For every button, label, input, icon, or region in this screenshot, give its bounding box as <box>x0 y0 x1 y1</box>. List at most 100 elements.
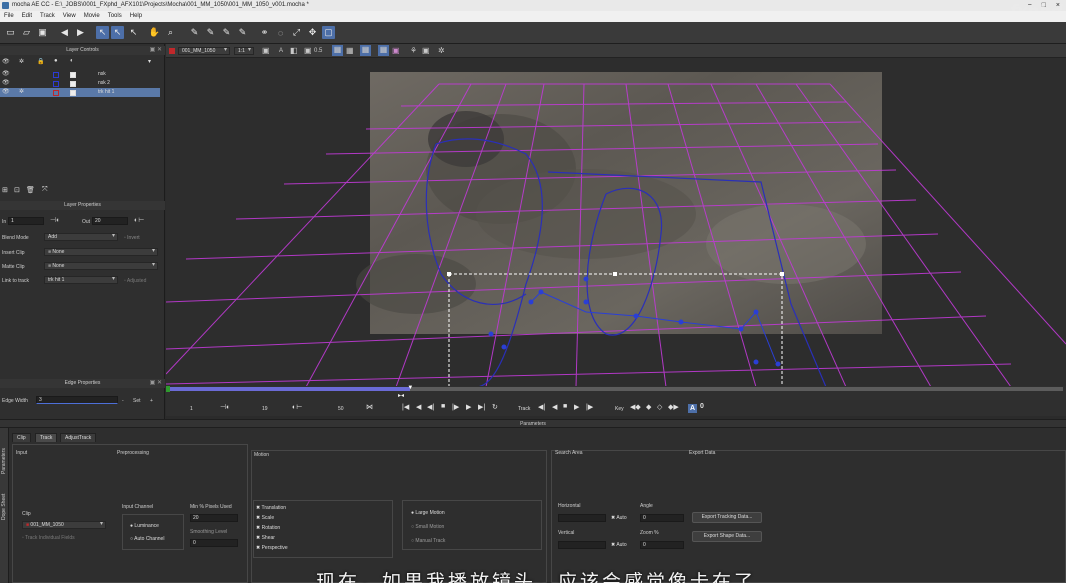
layer-color-swatch[interactable] <box>53 72 59 78</box>
play-forwards-icon[interactable]: |▶ <box>452 403 459 411</box>
layer-color-swatch[interactable] <box>53 81 59 87</box>
track-forwards-icon[interactable]: |▶ <box>586 403 593 411</box>
zoom-tool-icon[interactable]: ⌕ <box>164 26 177 39</box>
go-to-end-icon[interactable]: ▶| <box>478 403 485 411</box>
out-field[interactable]: 20 <box>92 217 128 225</box>
add-bezier-icon[interactable]: ✎ <box>236 26 249 39</box>
rotate-tool-icon[interactable]: ◌ <box>274 26 287 39</box>
overlay-letter[interactable]: A <box>279 48 283 54</box>
layer-color-swatch[interactable] <box>53 90 59 96</box>
export-tracking-data-button[interactable]: Export Tracking Data... <box>692 512 762 523</box>
large-motion-radio[interactable]: ● Large Motion <box>411 510 445 516</box>
translation-checkbox[interactable]: ✖ Translation <box>256 505 286 511</box>
surface-tool-icon[interactable]: ▢ <box>322 26 335 39</box>
trace-icon[interactable]: ⚘ <box>410 46 417 55</box>
open-project-icon[interactable]: ▱ <box>20 26 33 39</box>
tab-parameters-vertical[interactable]: Parameters <box>1 434 8 474</box>
min-pixels-field[interactable]: 20 <box>190 514 238 522</box>
insert-clip-select[interactable]: ■ None <box>44 248 158 256</box>
next-key-icon[interactable]: ◆▶ <box>668 403 679 411</box>
track-back-frame-icon[interactable]: ◀ <box>552 403 557 411</box>
horizontal-auto-checkbox[interactable]: ✖ Auto <box>611 515 627 521</box>
delete-all-keys-button[interactable]: 0 <box>700 403 704 410</box>
link-to-track-select[interactable]: trk hit 1 <box>44 276 118 284</box>
matte-toggle-icon[interactable]: ◧ <box>290 46 298 55</box>
tab-track[interactable]: Track <box>35 433 58 442</box>
layer-row[interactable]: 👁 ✲ trk hit 1 <box>0 88 160 97</box>
menu-help[interactable]: Help <box>130 11 142 22</box>
small-motion-radio[interactable]: ○ Small Motion <box>411 524 444 530</box>
add-xspline-icon[interactable]: ✎ <box>204 26 217 39</box>
set-out-point-icon[interactable]: ◐⊢ <box>292 403 302 411</box>
add-layer-icon[interactable]: ⊞ <box>2 186 8 194</box>
layer-row[interactable]: 👁 nsk <box>0 70 160 79</box>
settings-icon[interactable]: ✲ <box>438 46 445 55</box>
play-backwards-icon[interactable]: ◀| <box>427 403 434 411</box>
angle-field[interactable]: 0 <box>640 514 684 522</box>
new-project-icon[interactable]: ▭ <box>4 26 17 39</box>
tab-adjust-track[interactable]: AdjustTrack <box>60 433 97 442</box>
layer-matte-swatch[interactable] <box>70 81 76 87</box>
step-forward-icon[interactable]: ▶ <box>466 403 471 411</box>
visibility-eye-icon[interactable]: 👁 <box>2 79 10 88</box>
playhead-range-icon[interactable]: ▸◂ <box>398 392 404 399</box>
edge-width-decrement[interactable]: - <box>122 398 124 404</box>
scale-checkbox[interactable]: ✖ Scale <box>256 515 274 521</box>
opacity-value[interactable]: 0.5 <box>314 48 322 54</box>
perspective-checkbox[interactable]: ✖ Perspective <box>256 545 288 551</box>
shear-checkbox[interactable]: ✖ Shear <box>256 535 275 541</box>
visibility-eye-icon[interactable]: 👁 <box>2 88 10 97</box>
edge-panel-float-icon[interactable]: ▣ ✕ <box>150 379 162 388</box>
loop-icon[interactable]: ↻ <box>492 403 498 411</box>
add-key-icon[interactable]: ◆ <box>646 403 651 411</box>
timeline-bar[interactable] <box>169 387 1063 391</box>
overlay-toggle-icon[interactable]: ▣ <box>262 46 270 55</box>
playhead-handle[interactable]: ▼ <box>407 385 413 391</box>
track-stop-icon[interactable]: ■ <box>563 403 567 410</box>
create-xspline-icon[interactable]: ✎ <box>188 26 201 39</box>
link-icon[interactable]: ⚭ <box>258 26 271 39</box>
menu-tools[interactable]: Tools <box>108 11 122 22</box>
edge-width-increment[interactable]: + <box>150 398 153 404</box>
show-layers-icon[interactable]: ▦ <box>332 45 343 56</box>
show-planar-icon[interactable]: ▦ <box>346 46 354 55</box>
panel-float-icon[interactable]: ▣ ✕ <box>150 46 162 55</box>
autokey-toggle[interactable]: A <box>688 404 697 413</box>
pick-tool-icon[interactable]: ↖ <box>96 26 109 39</box>
input-clip-select[interactable]: ■ 001_MM_1050 <box>22 521 106 529</box>
select-all-tool-icon[interactable]: ↖ <box>111 26 124 39</box>
visibility-eye-icon[interactable]: 👁 <box>2 70 10 79</box>
menu-track[interactable]: Track <box>40 11 55 22</box>
outline-toggle-icon[interactable]: ▣ <box>304 46 312 55</box>
timeline[interactable]: ▼ ▸◂ 1 ⊣◐ 19 ◐⊢ 50 ⋈ |◀ ◀ ◀| ■ |▶ ▶ ▶| ↻… <box>166 385 1066 416</box>
auto-channel-radio[interactable]: ○ Auto Channel <box>130 536 164 542</box>
tab-dope-sheet-vertical[interactable]: Dope Sheet <box>1 480 8 520</box>
delete-key-icon[interactable]: ◇ <box>657 403 662 411</box>
adjusted-checkbox[interactable]: ▫ Adjusted <box>124 278 146 284</box>
blend-mode-select[interactable]: Add <box>44 233 118 241</box>
horizontal-field[interactable] <box>558 514 606 522</box>
stop-icon[interactable]: ■ <box>441 403 445 410</box>
manual-track-radio[interactable]: ○ Manual Track <box>411 538 445 544</box>
track-forward-frame-icon[interactable]: ▶ <box>574 403 579 411</box>
show-grid-icon[interactable]: ▦ <box>360 45 371 56</box>
set-out-icon[interactable]: ◐⊢ <box>134 216 144 224</box>
matte-clip-select[interactable]: ■ None <box>44 262 158 270</box>
redo-icon[interactable]: ▶ <box>74 26 87 39</box>
save-project-icon[interactable]: ▣ <box>36 26 49 39</box>
smoothing-level-field[interactable]: 0 <box>190 539 238 547</box>
zoom-field[interactable]: 0 <box>640 541 684 549</box>
track-individual-fields-checkbox[interactable]: ▫ Track Individual Fields <box>22 535 75 541</box>
viewer-clip-select[interactable]: 001_MM_1050 <box>178 47 230 55</box>
luminance-radio[interactable]: ● Luminance <box>130 523 159 529</box>
menu-movie[interactable]: Movie <box>84 11 100 22</box>
expand-icon[interactable]: ⤧ <box>42 186 48 194</box>
menu-file[interactable]: File <box>4 11 14 22</box>
show-surface-icon[interactable]: ▦ <box>378 45 389 56</box>
set-in-point-icon[interactable]: ⊣◐ <box>220 403 230 411</box>
edge-width-field[interactable]: 3 <box>36 396 118 404</box>
duplicate-layer-icon[interactable]: ⊡ <box>14 186 20 194</box>
step-back-icon[interactable]: ◀ <box>416 403 421 411</box>
tab-clip[interactable]: Clip <box>12 433 31 442</box>
vertical-field[interactable] <box>558 541 606 549</box>
